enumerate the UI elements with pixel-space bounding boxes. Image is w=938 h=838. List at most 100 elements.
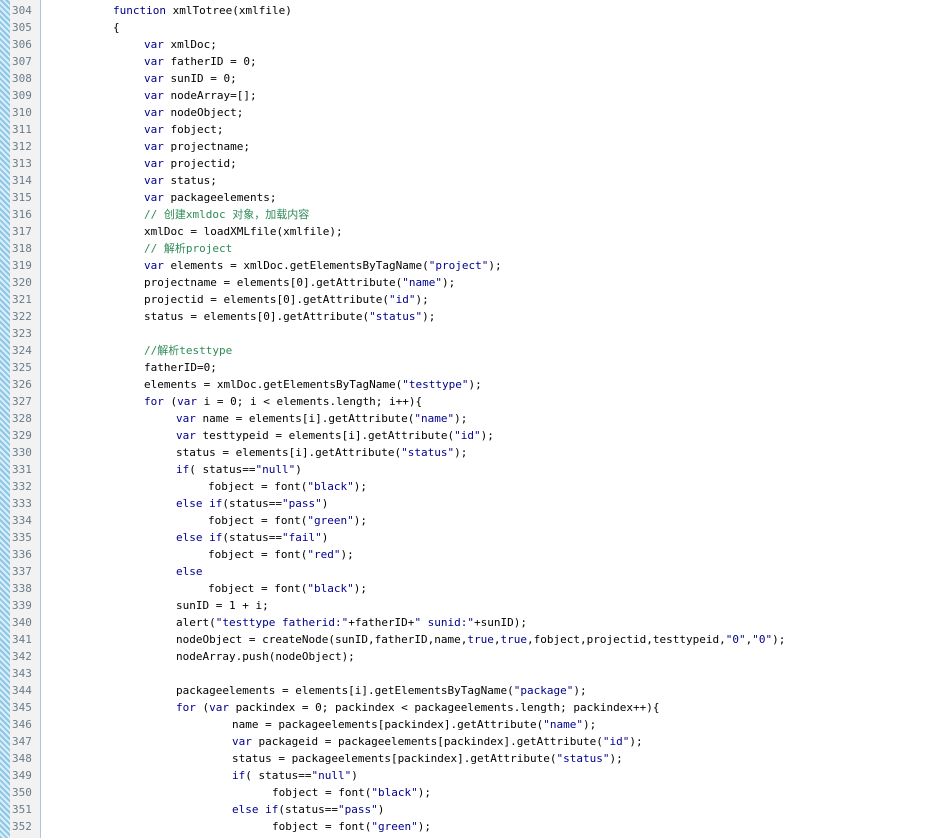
code-line[interactable]: 309 var nodeArray=[]; (12, 87, 938, 104)
code-text: name = packageelements[packindex].getAtt… (232, 718, 544, 731)
code-line[interactable]: 317 xmlDoc = loadXMLfile(xmlfile); (12, 223, 938, 240)
code-line[interactable]: 349 if( status=="null") (12, 767, 938, 784)
code-line[interactable]: 332 fobject = font("black"); (12, 478, 938, 495)
code-text-line: else (176, 563, 203, 580)
code-keyword: for (144, 395, 164, 408)
code-line[interactable]: 311 var fobject; (12, 121, 938, 138)
code-line[interactable]: 330 status = elements[i].getAttribute("st… (12, 444, 938, 461)
code-line[interactable]: 316 // 创建xmldoc 对象，加载内容 (12, 206, 938, 223)
code-line[interactable]: 340 alert("testtype fatherid:"+fatherID+"… (12, 614, 938, 631)
code-text: (status== (222, 531, 282, 544)
code-keyword: var (144, 191, 164, 204)
code-line[interactable]: 352 fobject = font("green"); (12, 818, 938, 835)
code-line[interactable]: 328 var name = elements[i].getAttribute("… (12, 410, 938, 427)
code-text-line: var fatherID = 0; (144, 53, 257, 70)
code-text-line: status = packageelements[packindex].getA… (232, 750, 623, 767)
code-line[interactable]: 331 if( status=="null") (12, 461, 938, 478)
code-line[interactable]: 310 var nodeObject; (12, 104, 938, 121)
code-line[interactable]: 347 var packageid = packageelements[packi… (12, 733, 938, 750)
line-number: 337 (12, 565, 32, 578)
code-text-line: if( status=="null") (232, 767, 358, 784)
code-line[interactable]: 342 nodeArray.push(nodeObject); (12, 648, 938, 665)
code-keyword: var (144, 174, 164, 187)
code-line[interactable]: 324 //解析testtype (12, 342, 938, 359)
code-line[interactable]: 308 var sunID = 0; (12, 70, 938, 87)
code-line[interactable]: 325 fatherID=0; (12, 359, 938, 376)
code-line[interactable]: 319 var elements = xmlDoc.getElementsByTa… (12, 257, 938, 274)
line-number: 315 (12, 191, 32, 204)
code-comment: // 创建xmldoc 对象，加载内容 (144, 208, 310, 221)
code-text: fobject = font( (208, 480, 308, 493)
code-text: elements = xmlDoc.getElementsByTagName( (144, 378, 403, 391)
code-text: fatherID = 0; (163, 55, 257, 68)
code-line[interactable]: 337 else (12, 563, 938, 580)
code-text: fobject = font( (208, 514, 308, 527)
code-line[interactable]: 336 fobject = font("red"); (12, 546, 938, 563)
code-line[interactable]: 315 var packageelements; (12, 189, 938, 206)
code-line[interactable]: 339 sunID = 1 + i; (12, 597, 938, 614)
code-line[interactable]: 334 fobject = font("green"); (12, 512, 938, 529)
line-number: 326 (12, 378, 32, 391)
code-line[interactable]: 313 var projectid; (12, 155, 938, 172)
code-line[interactable]: 345 for (var packindex = 0; packindex < p… (12, 699, 938, 716)
code-text: ); (415, 293, 429, 306)
code-line[interactable]: 350 fobject = font("black"); (12, 784, 938, 801)
code-text-line: var sunID = 0; (144, 70, 237, 87)
line-number: 312 (12, 140, 32, 153)
code-keyword: var (144, 55, 164, 68)
code-text-line: var projectid; (144, 155, 237, 172)
code-keyword: var (177, 395, 197, 408)
code-text-line: var testtypeid = elements[i].getAttribut… (176, 427, 494, 444)
line-number: 346 (12, 718, 32, 731)
code-string: "pass" (281, 497, 322, 510)
code-line[interactable]: 329 var testtypeid = elements[i].getAttri… (12, 427, 938, 444)
code-keyword: else if (232, 803, 279, 816)
code-editor[interactable]: 304 function xmlTotree(xmlfile) 305 {306 var… (0, 0, 938, 838)
code-comment: //解析testtype (144, 344, 233, 357)
line-number: 311 (12, 123, 32, 136)
code-text: fobject = font( (208, 548, 308, 561)
line-number: 327 (12, 395, 32, 408)
code-line[interactable]: 307 var fatherID = 0; (12, 53, 938, 70)
code-text: nodeArray.push(nodeObject); (176, 650, 355, 663)
code-string: "name" (414, 412, 455, 425)
code-line[interactable]: 327 for (var i = 0; i < elements.length; … (12, 393, 938, 410)
code-line[interactable]: 320 projectname = elements[0].getAttribut… (12, 274, 938, 291)
code-text-line: nodeObject = createNode(sunID,fatherID,n… (176, 631, 785, 648)
code-line[interactable]: 344 packageelements = elements[i].getElem… (12, 682, 938, 699)
code-keyword: else if (176, 497, 223, 510)
line-number: 345 (12, 701, 32, 714)
fold-margin[interactable] (0, 0, 10, 838)
code-line[interactable]: 338 fobject = font("black"); (12, 580, 938, 597)
code-line[interactable]: 351 else if(status=="pass") (12, 801, 938, 818)
code-text-line: var projectname; (144, 138, 250, 155)
code-line[interactable]: 314 var status; (12, 172, 938, 189)
code-line[interactable]: 341 nodeObject = createNode(sunID,fatherI… (12, 631, 938, 648)
code-text-line: fobject = font("black"); (208, 478, 367, 495)
code-text: ); (340, 548, 354, 561)
code-line[interactable]: 306 var xmlDoc; (12, 36, 938, 53)
code-line[interactable]: 343 (12, 665, 938, 682)
code-text: ); (353, 582, 367, 595)
code-line[interactable]: 326 elements = xmlDoc.getElementsByTagNam… (12, 376, 938, 393)
code-string: "name" (402, 276, 443, 289)
code-line[interactable]: 304 function xmlTotree(xmlfile) (12, 2, 938, 19)
code-string: "project" (428, 259, 489, 272)
line-number: 313 (12, 157, 32, 170)
code-line[interactable]: 348 status = packageelements[packindex].g… (12, 750, 938, 767)
code-string: "name" (543, 718, 584, 731)
code-line[interactable]: 322 status = elements[0].getAttribute("st… (12, 308, 938, 325)
code-text: xmlDoc; (163, 38, 217, 51)
code-area[interactable]: 304 function xmlTotree(xmlfile) 305 {306 var… (12, 0, 938, 838)
code-line[interactable]: 346 name = packageelements[packindex].get… (12, 716, 938, 733)
code-line[interactable]: 312 var projectname; (12, 138, 938, 155)
code-line[interactable]: 335 else if(status=="fail") (12, 529, 938, 546)
code-line[interactable]: 333 else if(status=="pass") (12, 495, 938, 512)
code-line[interactable]: 305 { (12, 19, 938, 36)
code-text: xmlTotree(xmlfile) (165, 4, 292, 17)
line-number: 339 (12, 599, 32, 612)
code-line[interactable]: 323 (12, 325, 938, 342)
code-line[interactable]: 321 projectid = elements[0].getAttribute(… (12, 291, 938, 308)
code-line[interactable]: 318 // 解析project (12, 240, 938, 257)
code-keyword: true (500, 633, 528, 646)
